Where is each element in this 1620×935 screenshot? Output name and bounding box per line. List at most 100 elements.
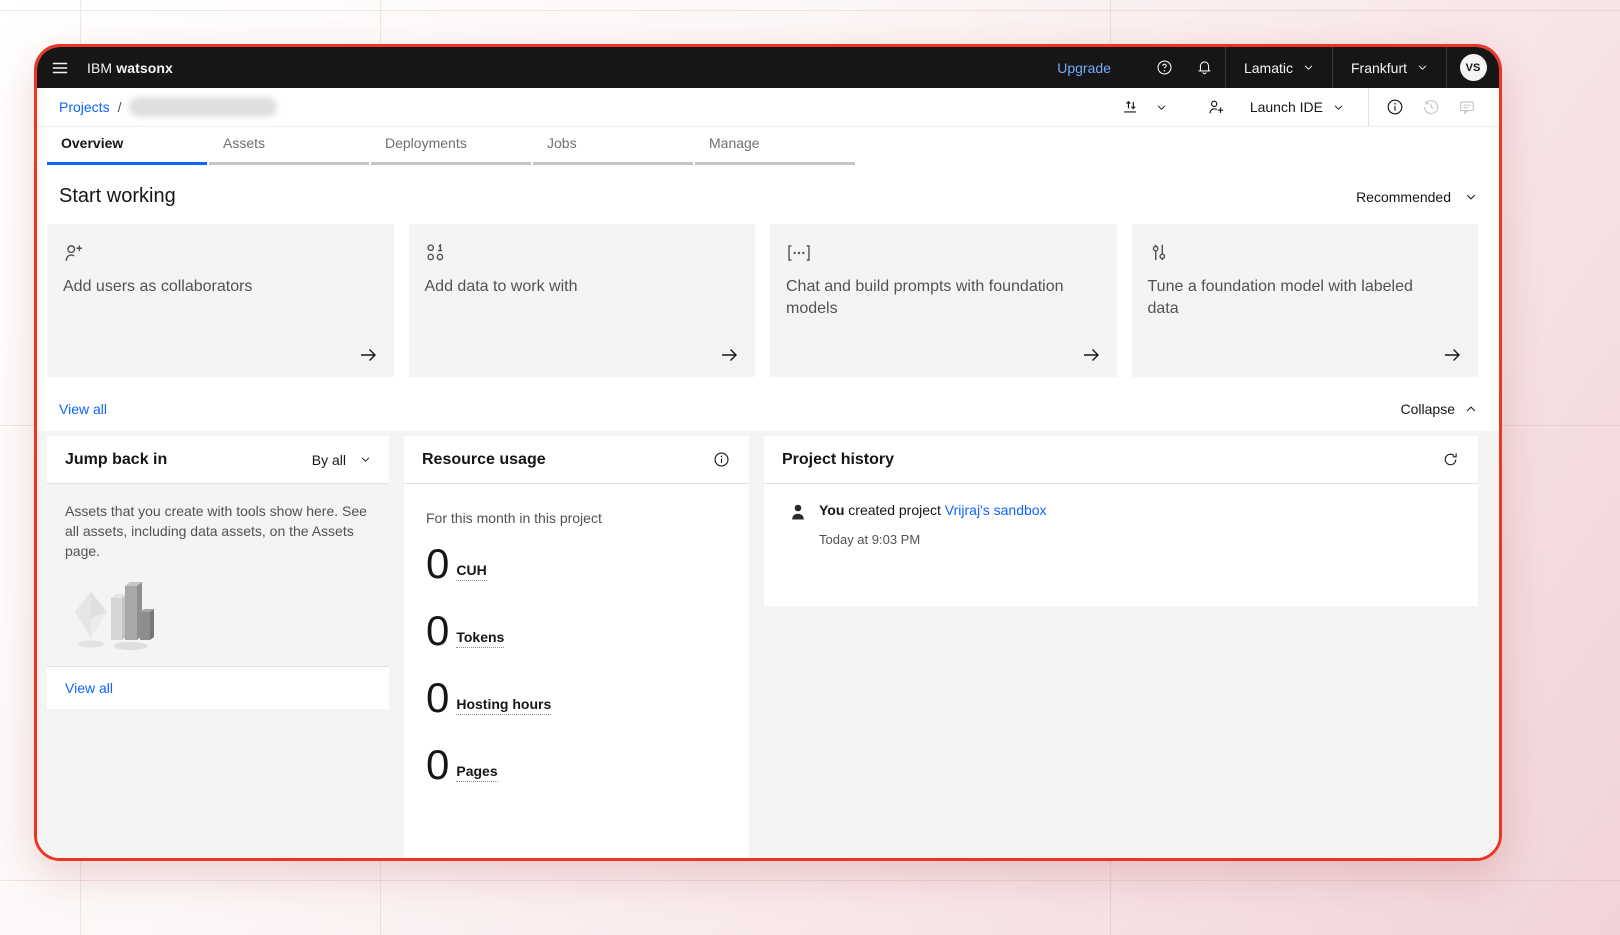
breadcrumb-projects-link[interactable]: Projects — [59, 99, 110, 115]
jump-back-in-title: Jump back in — [65, 451, 167, 469]
card-label: Tune a foundation model with labeled dat… — [1148, 276, 1448, 319]
history-clock-icon — [1422, 98, 1440, 116]
account-switcher[interactable]: Lamatic — [1226, 47, 1332, 88]
metric-value: 0 — [426, 611, 449, 651]
breadcrumb-separator: / — [118, 99, 122, 115]
add-user-icon — [63, 242, 85, 264]
card-label: Chat and build prompts with foundation m… — [786, 276, 1086, 319]
tab-label: Manage — [709, 135, 760, 151]
brand-suffix: watsonx — [116, 60, 173, 76]
actions-divider — [1368, 88, 1369, 127]
jump-back-in-description: Assets that you create with tools show h… — [65, 502, 371, 562]
hamburger-menu-button[interactable] — [37, 47, 83, 88]
chevron-down-icon — [1465, 191, 1477, 203]
resource-usage-panel: Resource usage For this month in this pr… — [404, 436, 749, 858]
metric-label[interactable]: Hosting hours — [456, 696, 551, 715]
tab-label: Assets — [223, 135, 265, 151]
metric-value: 0 — [426, 745, 449, 785]
metric-label[interactable]: Pages — [456, 763, 497, 782]
import-options-chevron[interactable] — [1148, 88, 1176, 126]
tab-assets[interactable]: Assets — [209, 127, 369, 165]
metric-pages: 0 Pages — [426, 745, 727, 785]
history-timestamp: Today at 9:03 PM — [819, 532, 1454, 547]
chevron-down-icon — [1156, 102, 1167, 113]
metric-value: 0 — [426, 544, 449, 584]
arrow-right-icon — [1442, 345, 1462, 365]
card-tune-model[interactable]: Tune a foundation model with labeled dat… — [1132, 224, 1479, 377]
card-add-collaborators[interactable]: Add users as collaborators — [47, 224, 394, 377]
hamburger-icon — [51, 59, 69, 77]
launch-ide-dropdown[interactable]: Launch IDE — [1234, 88, 1360, 126]
refresh-history-button[interactable] — [1440, 450, 1460, 470]
chevron-down-icon — [1303, 62, 1314, 73]
brand-prefix: IBM — [87, 60, 112, 76]
metric-tokens: 0 Tokens — [426, 611, 727, 651]
collapse-label: Collapse — [1401, 401, 1455, 417]
resource-usage-title: Resource usage — [422, 451, 546, 469]
chevron-down-icon — [1333, 102, 1344, 113]
chevron-down-icon — [360, 454, 371, 465]
recent-history-button[interactable] — [1413, 88, 1449, 126]
region-switcher[interactable]: Frankfurt — [1333, 47, 1446, 88]
recommended-sort-dropdown[interactable]: Recommended — [1356, 189, 1477, 205]
project-link[interactable]: Vrijraj's sandbox — [945, 502, 1047, 518]
history-entry-text: You created project Vrijraj's sandbox — [819, 502, 1047, 518]
import-export-button[interactable] — [1112, 88, 1148, 126]
arrow-right-icon — [1081, 345, 1101, 365]
project-history-title: Project history — [782, 451, 894, 469]
project-info-button[interactable] — [1377, 88, 1413, 126]
tune-icon — [1148, 242, 1170, 264]
resource-usage-info-button[interactable] — [711, 450, 731, 470]
add-collaborator-button[interactable] — [1198, 88, 1234, 126]
metric-label[interactable]: Tokens — [456, 629, 504, 648]
user-avatar[interactable]: VS — [1460, 54, 1487, 81]
start-working-view-all-link[interactable]: View all — [59, 401, 107, 417]
chevron-down-icon — [1417, 62, 1428, 73]
bell-icon — [1196, 59, 1213, 76]
tab-deployments[interactable]: Deployments — [371, 127, 531, 165]
tab-label: Overview — [61, 135, 123, 151]
launch-ide-label: Launch IDE — [1250, 99, 1323, 115]
upgrade-link[interactable]: Upgrade — [1057, 60, 1111, 76]
help-button[interactable] — [1145, 47, 1185, 88]
tab-overview[interactable]: Overview — [47, 127, 207, 165]
backdrop-grid-line — [0, 880, 1620, 881]
jump-back-in-panel: Jump back in By all Assets that you crea… — [47, 436, 389, 709]
collapse-section-button[interactable]: Collapse — [1401, 401, 1477, 417]
info-icon — [1386, 98, 1404, 116]
comments-button[interactable] — [1449, 88, 1485, 126]
jump-back-in-filter-dropdown[interactable]: By all — [312, 452, 371, 468]
tab-label: Deployments — [385, 135, 467, 151]
tab-jobs[interactable]: Jobs — [533, 127, 693, 165]
project-history-panel: Project history — [764, 436, 1478, 606]
overview-content: Start working Recommended Add users as c… — [37, 165, 1499, 858]
card-chat-prompts[interactable]: Chat and build prompts with foundation m… — [770, 224, 1117, 377]
metric-hosting-hours: 0 Hosting hours — [426, 678, 727, 718]
chat-icon — [1458, 98, 1476, 116]
app-window: IBM watsonx Upgrade Lamatic Frankfurt — [34, 44, 1502, 861]
metric-label[interactable]: CUH — [456, 562, 486, 581]
add-user-icon — [1207, 98, 1225, 116]
info-icon — [713, 451, 730, 468]
history-actor: You — [819, 502, 844, 518]
card-add-data[interactable]: Add data to work with — [409, 224, 756, 377]
chevron-up-icon — [1465, 403, 1477, 415]
notifications-button[interactable] — [1185, 47, 1225, 88]
project-actions: Launch IDE — [1112, 88, 1485, 126]
metric-cuh: 0 CUH — [426, 544, 727, 584]
redacted-project-name — [129, 97, 277, 117]
jump-back-in-view-all-link[interactable]: View all — [65, 680, 113, 696]
arrow-right-icon — [719, 345, 739, 365]
dashboard-panels: Jump back in By all Assets that you crea… — [37, 431, 1499, 858]
help-icon — [1156, 59, 1173, 76]
assets-illustration — [65, 576, 371, 654]
backdrop-grid-line — [0, 10, 1620, 11]
global-header: IBM watsonx Upgrade Lamatic Frankfurt — [37, 47, 1499, 88]
brand-logo[interactable]: IBM watsonx — [87, 60, 173, 76]
tab-manage[interactable]: Manage — [695, 127, 855, 165]
history-action: created project — [848, 502, 941, 518]
prompt-icon — [786, 242, 812, 264]
card-label: Add users as collaborators — [63, 276, 363, 298]
filter-label: By all — [312, 452, 346, 468]
history-entry: You created project Vrijraj's sandbox — [788, 502, 1454, 522]
